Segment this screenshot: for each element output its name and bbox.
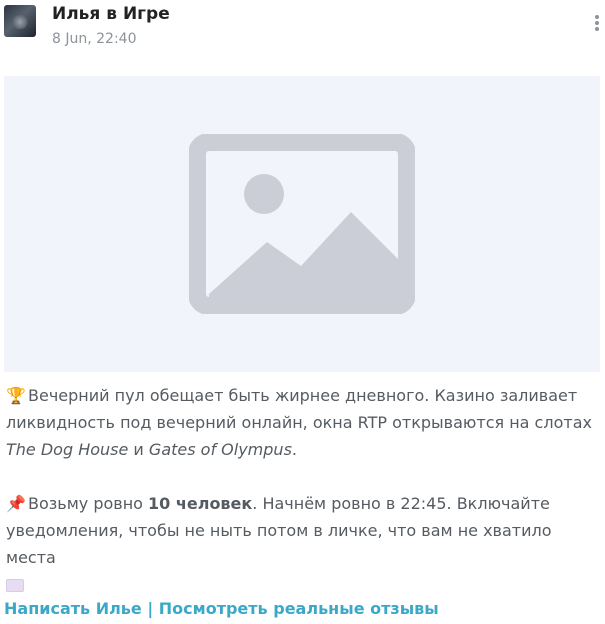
post-date: 8 Jun, 22:40 — [52, 31, 137, 47]
pushpin-icon: 📌 — [6, 494, 26, 513]
p1-end: . — [291, 440, 297, 459]
image-icon — [189, 134, 415, 314]
p1-and: и — [128, 440, 149, 459]
p2-bold: 10 человек — [148, 494, 253, 513]
post-header: Илья в Игре 8 Jun, 22:40 — [0, 0, 605, 60]
link-separator: | — [141, 599, 159, 618]
trophy-icon: 🏆 — [6, 386, 26, 405]
paragraph-1: 🏆 Вечерний пул обещает быть жирнее дневно… — [6, 382, 598, 463]
avatar[interactable] — [4, 5, 36, 37]
paragraph-3 — [6, 571, 598, 598]
envelope-icon — [6, 579, 24, 592]
image-placeholder[interactable] — [4, 76, 600, 372]
slot-name-2: Gates of Olympus — [148, 440, 292, 459]
paragraph-2: 📌 Возьму ровно 10 человек. Начнём ровно в… — [6, 490, 598, 571]
more-options-icon[interactable] — [589, 12, 605, 34]
reviews-link[interactable]: Посмотреть реальные отзывы — [159, 599, 439, 618]
write-link[interactable]: Написать Илье — [4, 599, 142, 618]
post-links: Написать Илье | Посмотреть реальные отзы… — [4, 599, 439, 618]
slot-name-1: The Dog House — [6, 440, 129, 459]
post-text: 🏆 Вечерний пул обещает быть жирнее дневно… — [6, 382, 598, 598]
author-name[interactable]: Илья в Игре — [52, 4, 170, 24]
p1-text: Вечерний пул обещает быть жирнее дневног… — [6, 386, 592, 432]
p2-text-a: Возьму ровно — [28, 494, 149, 513]
